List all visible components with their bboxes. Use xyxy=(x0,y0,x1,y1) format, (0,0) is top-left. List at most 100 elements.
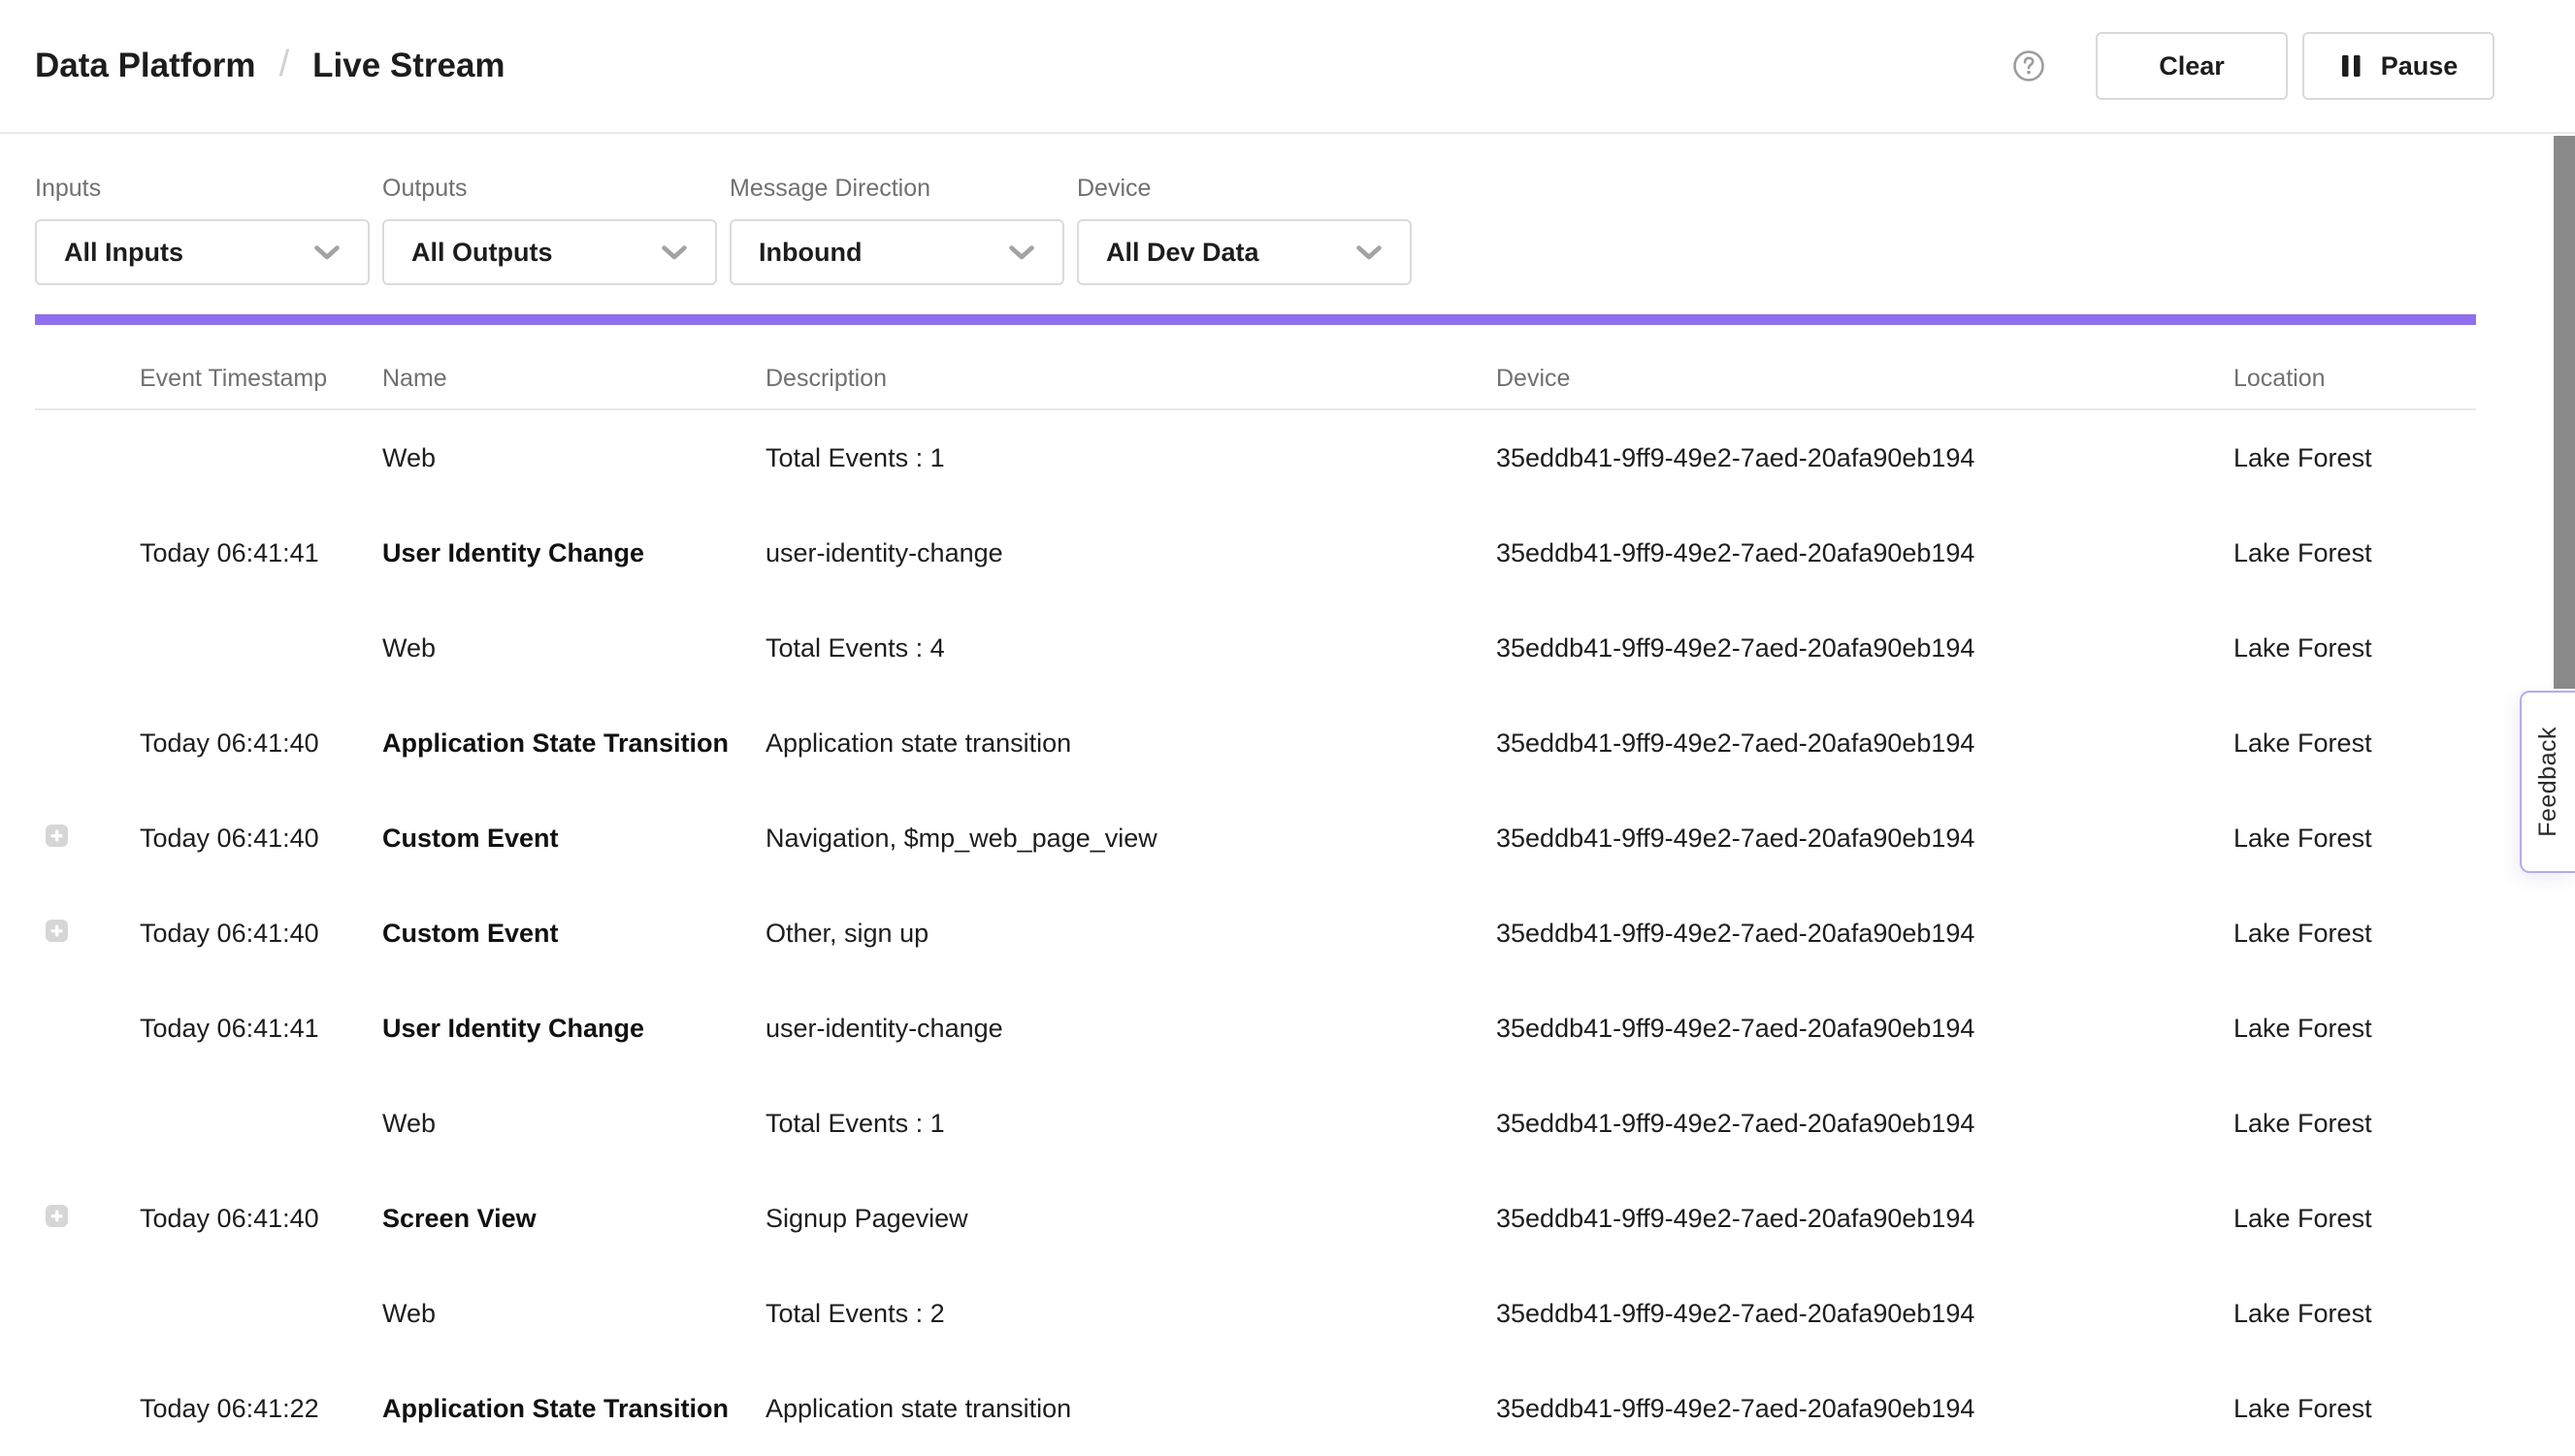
page-title: Live Stream xyxy=(312,47,505,85)
event-name: User Identity Change xyxy=(382,1014,766,1044)
event-timestamp: Today 06:41:40 xyxy=(140,728,382,759)
column-header-name: Name xyxy=(382,365,766,393)
event-device-id: 35eddb41-9ff9-49e2-7aed-20afa90eb194 xyxy=(1496,1299,2233,1329)
stream-accent-bar xyxy=(35,314,2476,325)
event-device-id: 35eddb41-9ff9-49e2-7aed-20afa90eb194 xyxy=(1496,824,2233,854)
breadcrumb-section[interactable]: Data Platform xyxy=(35,47,256,85)
event-timestamp: Today 06:41:40 xyxy=(140,919,382,949)
event-name: User Identity Change xyxy=(382,538,766,568)
chevron-down-icon xyxy=(1355,244,1383,261)
filter-label: Device xyxy=(1077,175,1412,203)
event-name: Custom Event xyxy=(382,824,766,854)
event-location: Lake Forest xyxy=(2233,728,2476,759)
event-description: Total Events : 4 xyxy=(766,633,1496,663)
top-bar: Data Platform / Live Stream Clear Pause xyxy=(0,0,2575,134)
inputs-select[interactable]: All Inputs xyxy=(35,219,370,285)
column-header-event-timestamp: Event Timestamp xyxy=(140,365,382,393)
event-name: Application State Transition xyxy=(382,1394,766,1424)
filter-outputs: Outputs All Outputs xyxy=(382,175,717,285)
pause-icon xyxy=(2339,52,2363,80)
toolbar: Clear Pause xyxy=(2012,32,2494,100)
event-name: Web xyxy=(382,1109,766,1139)
event-device-id: 35eddb41-9ff9-49e2-7aed-20afa90eb194 xyxy=(1496,1014,2233,1044)
table-row: Today 06:41:40 Custom Event Navigation, … xyxy=(35,791,2476,886)
event-location: Lake Forest xyxy=(2233,1014,2476,1044)
table-row: Today 06:41:40 Screen View Signup Pagevi… xyxy=(35,1171,2476,1266)
event-location: Lake Forest xyxy=(2233,538,2476,568)
event-location: Lake Forest xyxy=(2233,1299,2476,1329)
event-name: Web xyxy=(382,633,766,663)
event-timestamp: Today 06:41:41 xyxy=(140,538,382,568)
table-header: Event Timestamp Name Description Device … xyxy=(35,325,2476,410)
feedback-tab[interactable]: Feedback xyxy=(2520,691,2575,873)
event-name: Screen View xyxy=(382,1204,766,1234)
table-row: Today 06:41:40 Custom Event Other, sign … xyxy=(35,886,2476,981)
event-description: Application state transition xyxy=(766,1394,1496,1424)
help-icon[interactable] xyxy=(2012,49,2045,82)
event-device-id: 35eddb41-9ff9-49e2-7aed-20afa90eb194 xyxy=(1496,728,2233,759)
event-timestamp: Today 06:41:22 xyxy=(140,1394,382,1424)
expander-cell xyxy=(35,728,140,759)
filter-bar: Inputs All Inputs Outputs All Outputs Me… xyxy=(0,134,2575,285)
table-row: Today 06:41:22 Application State Transit… xyxy=(35,1361,2476,1456)
chevron-down-icon xyxy=(313,244,341,261)
table-row: Web Total Events : 2 35eddb41-9ff9-49e2-… xyxy=(35,1266,2476,1361)
event-description: Application state transition xyxy=(766,728,1496,759)
event-device-id: 35eddb41-9ff9-49e2-7aed-20afa90eb194 xyxy=(1496,443,2233,473)
filter-label: Outputs xyxy=(382,175,717,203)
selected-value: Inbound xyxy=(759,238,862,268)
column-header-description: Description xyxy=(766,365,1496,393)
event-location: Lake Forest xyxy=(2233,824,2476,854)
column-header-device: Device xyxy=(1496,365,2233,393)
expander-cell xyxy=(35,1109,140,1139)
event-location: Lake Forest xyxy=(2233,1394,2476,1424)
pause-button-label: Pause xyxy=(2381,51,2459,81)
expander-cell xyxy=(35,1394,140,1424)
expand-plus-icon[interactable] xyxy=(46,920,68,942)
selected-value: All Dev Data xyxy=(1106,238,1259,268)
breadcrumb: Data Platform / Live Stream xyxy=(35,46,505,87)
event-location: Lake Forest xyxy=(2233,1109,2476,1139)
filter-device: Device All Dev Data xyxy=(1077,175,1412,285)
selected-value: All Inputs xyxy=(64,238,183,268)
clear-button-label: Clear xyxy=(2159,51,2225,81)
expander-cell xyxy=(35,538,140,568)
table-row: Web Total Events : 4 35eddb41-9ff9-49e2-… xyxy=(35,600,2476,696)
live-stream-table: Event Timestamp Name Description Device … xyxy=(35,325,2476,1456)
table-row: Web Total Events : 1 35eddb41-9ff9-49e2-… xyxy=(35,410,2476,505)
table-row: Today 06:41:41 User Identity Change user… xyxy=(35,505,2476,600)
message-direction-select[interactable]: Inbound xyxy=(730,219,1064,285)
expand-plus-icon[interactable] xyxy=(46,1205,68,1227)
outputs-select[interactable]: All Outputs xyxy=(382,219,717,285)
event-device-id: 35eddb41-9ff9-49e2-7aed-20afa90eb194 xyxy=(1496,1394,2233,1424)
event-name: Web xyxy=(382,443,766,473)
event-description: user-identity-change xyxy=(766,538,1496,568)
filter-message-direction: Message Direction Inbound xyxy=(730,175,1064,285)
feedback-tab-label: Feedback xyxy=(2534,727,2562,837)
event-location: Lake Forest xyxy=(2233,443,2476,473)
event-device-id: 35eddb41-9ff9-49e2-7aed-20afa90eb194 xyxy=(1496,538,2233,568)
expand-plus-icon[interactable] xyxy=(46,825,68,847)
selected-value: All Outputs xyxy=(411,238,552,268)
expander-cell xyxy=(35,633,140,663)
chevron-down-icon xyxy=(661,244,688,261)
filter-label: Inputs xyxy=(35,175,370,203)
event-description: user-identity-change xyxy=(766,1014,1496,1044)
event-description: Total Events : 2 xyxy=(766,1299,1496,1329)
expander-cell xyxy=(35,919,140,949)
table-body: Web Total Events : 1 35eddb41-9ff9-49e2-… xyxy=(35,410,2476,1456)
table-row: Today 06:41:41 User Identity Change user… xyxy=(35,981,2476,1076)
event-timestamp: Today 06:41:40 xyxy=(140,1204,382,1234)
vertical-scrollbar-thumb[interactable] xyxy=(2554,136,2575,689)
event-name: Custom Event xyxy=(382,919,766,949)
breadcrumb-separator: / xyxy=(279,44,290,85)
clear-button[interactable]: Clear xyxy=(2096,32,2288,100)
event-description: Total Events : 1 xyxy=(766,443,1496,473)
event-device-id: 35eddb41-9ff9-49e2-7aed-20afa90eb194 xyxy=(1496,919,2233,949)
event-location: Lake Forest xyxy=(2233,919,2476,949)
device-select[interactable]: All Dev Data xyxy=(1077,219,1412,285)
event-description: Total Events : 1 xyxy=(766,1109,1496,1139)
pause-button[interactable]: Pause xyxy=(2302,32,2494,100)
event-device-id: 35eddb41-9ff9-49e2-7aed-20afa90eb194 xyxy=(1496,1109,2233,1139)
event-location: Lake Forest xyxy=(2233,1204,2476,1234)
